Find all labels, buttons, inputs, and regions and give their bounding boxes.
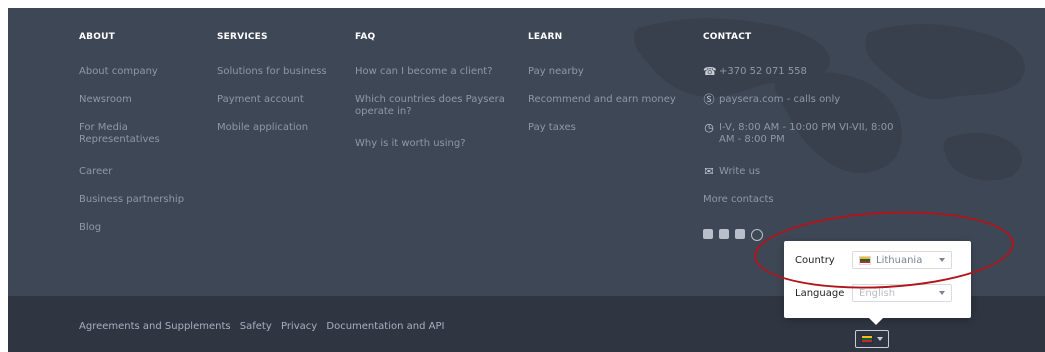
country-row: Country Lithuania	[795, 250, 952, 270]
lithuania-flag-icon	[859, 255, 871, 265]
about-link-about-company[interactable]: About company	[79, 66, 158, 78]
link-agreements-supplements[interactable]: Agreements and Supplements	[79, 321, 231, 332]
footer-bottom-links: Agreements and Supplements Safety Privac…	[79, 321, 450, 332]
chevron-down-icon	[939, 258, 945, 262]
country-select-value: Lithuania	[859, 255, 922, 266]
language-select-value: English	[859, 288, 895, 299]
country-select[interactable]: Lithuania	[852, 251, 952, 269]
contact-phone-text: +370 52 071 558	[719, 66, 807, 77]
language-row: Language English	[795, 283, 952, 303]
services-link-payment-account[interactable]: Payment account	[217, 94, 304, 106]
learn-link-recommend-earn[interactable]: Recommend and earn money	[528, 94, 676, 106]
contact-hours-line2: AM - 8:00 PM	[719, 134, 785, 145]
about-column: ABOUT About company Newsroom For Media Re…	[79, 32, 184, 233]
contact-hours: ◷ I-V, 8:00 AM - 10:00 PM VI-VII, 8:00 A…	[703, 122, 893, 146]
country-language-popover: Country Lithuania Language English	[784, 241, 971, 325]
about-link-business-partnership[interactable]: Business partnership	[79, 194, 184, 206]
contact-column: CONTACT ☎ +370 52 071 558 Ⓢ paysera.com …	[703, 32, 893, 205]
chevron-down-icon	[877, 337, 883, 341]
page: ABOUT About company Newsroom For Media Re…	[0, 0, 1045, 352]
lithuania-flag-icon	[861, 334, 873, 344]
phone-icon: ☎	[703, 65, 717, 78]
about-link-media-representatives[interactable]: For Media Representatives	[79, 122, 160, 146]
about-link-newsroom[interactable]: Newsroom	[79, 94, 132, 106]
faq-column: FAQ How can I become a client? Which cou…	[355, 32, 505, 149]
learn-heading: LEARN	[528, 32, 563, 42]
country-label: Country	[795, 254, 835, 266]
faq-heading: FAQ	[355, 32, 376, 42]
learn-column: LEARN Pay nearby Recommend and earn mone…	[528, 32, 676, 133]
services-link-solutions-business[interactable]: Solutions for business	[217, 66, 327, 78]
contact-skype-text: paysera.com - calls only	[719, 94, 841, 105]
contact-skype-row: Ⓢ paysera.com - calls only	[703, 93, 841, 106]
linkedin-icon[interactable]	[719, 229, 729, 239]
contact-more-contacts[interactable]: More contacts	[703, 194, 774, 206]
contact-write-us-row: ✉ Write us	[703, 166, 760, 178]
faq-link-become-client[interactable]: How can I become a client?	[355, 66, 493, 78]
link-documentation-api[interactable]: Documentation and API	[326, 321, 444, 332]
instagram-icon[interactable]	[751, 229, 763, 241]
language-select[interactable]: English	[852, 284, 952, 302]
link-privacy[interactable]: Privacy	[281, 321, 317, 332]
language-value-text: English	[859, 287, 896, 299]
about-link-blog[interactable]: Blog	[79, 222, 101, 234]
about-link-career[interactable]: Career	[79, 166, 112, 178]
services-heading: SERVICES	[217, 32, 268, 42]
envelope-icon: ✉	[704, 165, 714, 178]
services-link-mobile-application[interactable]: Mobile application	[217, 122, 308, 134]
social-icons	[703, 229, 763, 241]
contact-heading: CONTACT	[703, 32, 752, 42]
faq-link-why-worth-using[interactable]: Why is it worth using?	[355, 138, 466, 150]
learn-link-pay-taxes[interactable]: Pay taxes	[528, 122, 576, 134]
clock-icon: ◷	[704, 121, 714, 134]
about-heading: ABOUT	[79, 32, 115, 42]
contact-hours-text: I-V, 8:00 AM - 10:00 PM VI-VII, 8:00 AM …	[719, 122, 893, 146]
learn-link-pay-nearby[interactable]: Pay nearby	[528, 66, 584, 78]
chevron-down-icon	[939, 291, 945, 295]
contact-hours-line1: I-V, 8:00 AM - 10:00 PM VI-VII, 8:00	[719, 122, 894, 133]
faq-link-countries[interactable]: Which countries does Paysera operate in?	[355, 94, 505, 118]
contact-skype[interactable]: Ⓢ paysera.com - calls only	[703, 93, 841, 106]
contact-phone[interactable]: ☎ +370 52 071 558	[703, 66, 807, 78]
contact-hours-row: ◷ I-V, 8:00 AM - 10:00 PM VI-VII, 8:00 A…	[703, 122, 893, 146]
language-label: Language	[795, 287, 845, 299]
country-value-text: Lithuania	[876, 254, 923, 266]
services-column: SERVICES Solutions for business Payment …	[217, 32, 327, 133]
skype-icon: Ⓢ	[703, 93, 715, 106]
site-footer: ABOUT About company Newsroom For Media Re…	[8, 8, 1045, 352]
youtube-icon[interactable]	[735, 229, 745, 239]
facebook-icon[interactable]	[703, 229, 713, 239]
link-safety[interactable]: Safety	[240, 321, 272, 332]
contact-write-us-text: Write us	[719, 166, 761, 177]
contact-phone-row: ☎ +370 52 071 558	[703, 66, 807, 78]
country-language-toggle[interactable]	[855, 330, 889, 348]
contact-write-us[interactable]: ✉ Write us	[703, 166, 760, 178]
